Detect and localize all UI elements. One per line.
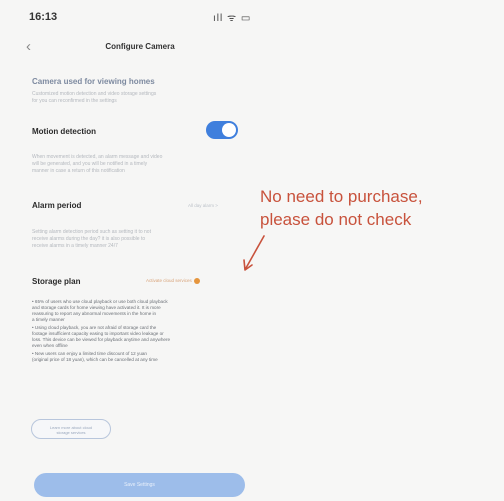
annotation-arrow-icon <box>243 235 265 271</box>
